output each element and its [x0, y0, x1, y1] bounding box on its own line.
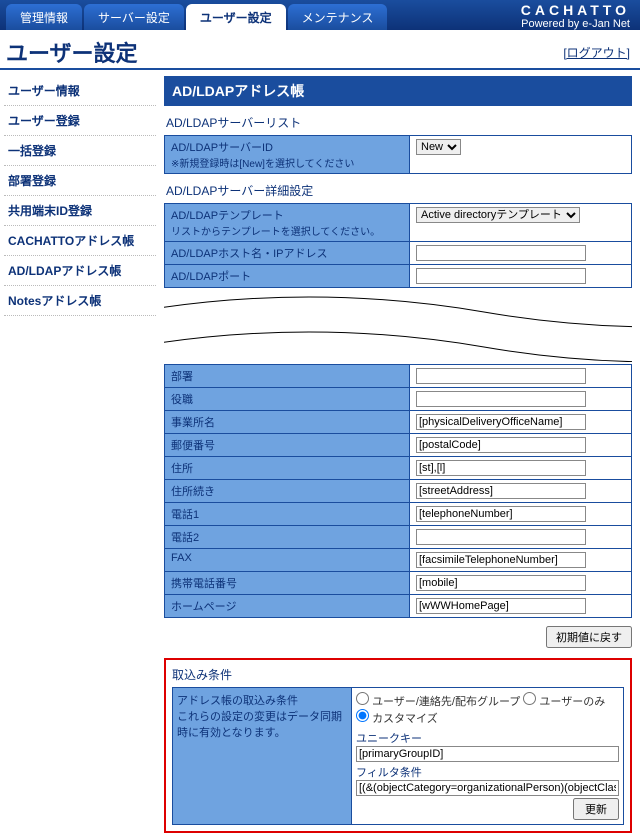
attr-input-7[interactable] [416, 529, 586, 545]
side-notes-ab[interactable]: Notesアドレス帳 [4, 286, 156, 316]
attr-input-6[interactable] [416, 506, 586, 522]
top-tabs: 管理情報 サーバー設定 ユーザー設定 メンテナンス CACHATTO Power… [0, 0, 640, 30]
update-button[interactable]: 更新 [573, 798, 619, 820]
filter-input[interactable] [356, 780, 619, 796]
attr-label-3: 郵便番号 [165, 434, 410, 457]
template-label: AD/LDAPテンプレート リストからテンプレートを選択してください。 [165, 204, 410, 242]
section-detail: AD/LDAPサーバー詳細設定 [166, 182, 632, 199]
import-box: 取込み条件 アドレス帳の取込み条件 これらの設定の変更はデータ同期時に有効となり… [164, 658, 632, 833]
attr-label-5: 住所続き [165, 480, 410, 503]
attr-input-1[interactable] [416, 391, 586, 407]
sidebar: ユーザー情報 ユーザー登録 一括登録 部署登録 共用端末ID登録 CACHATT… [0, 70, 160, 839]
attr-label-7: 電話2 [165, 526, 410, 549]
attr-label-6: 電話1 [165, 503, 410, 526]
unique-label: ユニークキー [356, 730, 619, 746]
attr-label-10: ホームページ [165, 595, 410, 618]
attr-input-10[interactable] [416, 598, 586, 614]
port-input[interactable] [416, 268, 586, 284]
import-title: 取込み条件 [172, 666, 624, 683]
side-bulk[interactable]: 一括登録 [4, 136, 156, 166]
attr-input-4[interactable] [416, 460, 586, 476]
tab-maint[interactable]: メンテナンス [288, 4, 388, 30]
tab-user[interactable]: ユーザー設定 [186, 4, 286, 30]
serverid-select[interactable]: New [416, 139, 461, 155]
attr-input-5[interactable] [416, 483, 586, 499]
import-label: アドレス帳の取込み条件 これらの設定の変更はデータ同期時に有効となります。 [172, 687, 352, 825]
radio-users[interactable]: ユーザーのみ [523, 696, 605, 708]
side-userinfo[interactable]: ユーザー情報 [4, 76, 156, 106]
attr-input-0[interactable] [416, 368, 586, 384]
attr-label-9: 携帯電話番号 [165, 572, 410, 595]
radio-custom[interactable]: カスタマイズ [356, 713, 438, 725]
serverid-label: AD/LDAPサーバーID ※新規登録時は[New]を選択してください [165, 136, 410, 174]
side-adldap-ab[interactable]: AD/LDAPアドレス帳 [4, 256, 156, 286]
side-userreg[interactable]: ユーザー登録 [4, 106, 156, 136]
attr-label-1: 役職 [165, 388, 410, 411]
attr-label-0: 部署 [165, 365, 410, 388]
import-radios: ユーザー/連絡先/配布グループ ユーザーのみ カスタマイズ [356, 692, 619, 726]
section-serverlist: AD/LDAPサーバーリスト [166, 114, 632, 131]
host-label: AD/LDAPホスト名・IPアドレス [165, 242, 410, 265]
attr-input-8[interactable] [416, 552, 586, 568]
radio-all[interactable]: ユーザー/連絡先/配布グループ [356, 696, 520, 708]
attr-input-2[interactable] [416, 414, 586, 430]
brand: CACHATTO Powered by e-Jan Net [521, 2, 630, 30]
host-input[interactable] [416, 245, 586, 261]
logout-link[interactable]: [ログアウト] [563, 44, 630, 61]
side-dept[interactable]: 部署登録 [4, 166, 156, 196]
port-label: AD/LDAPポート [165, 265, 410, 288]
attr-label-4: 住所 [165, 457, 410, 480]
attr-input-9[interactable] [416, 575, 586, 591]
main-heading: AD/LDAPアドレス帳 [164, 76, 632, 106]
filter-label: フィルタ条件 [356, 764, 619, 780]
unique-input[interactable] [356, 746, 619, 762]
tab-server[interactable]: サーバー設定 [84, 4, 184, 30]
attr-label-8: FAX [165, 549, 410, 572]
wave-cut-icon [164, 292, 632, 362]
side-cachatto-ab[interactable]: CACHATTOアドレス帳 [4, 226, 156, 256]
side-shared[interactable]: 共用端末ID登録 [4, 196, 156, 226]
page-title: ユーザー設定 [6, 36, 138, 68]
tab-admin[interactable]: 管理情報 [6, 4, 82, 30]
attr-input-3[interactable] [416, 437, 586, 453]
template-select[interactable]: Active directoryテンプレート [416, 207, 580, 223]
attr-label-2: 事業所名 [165, 411, 410, 434]
